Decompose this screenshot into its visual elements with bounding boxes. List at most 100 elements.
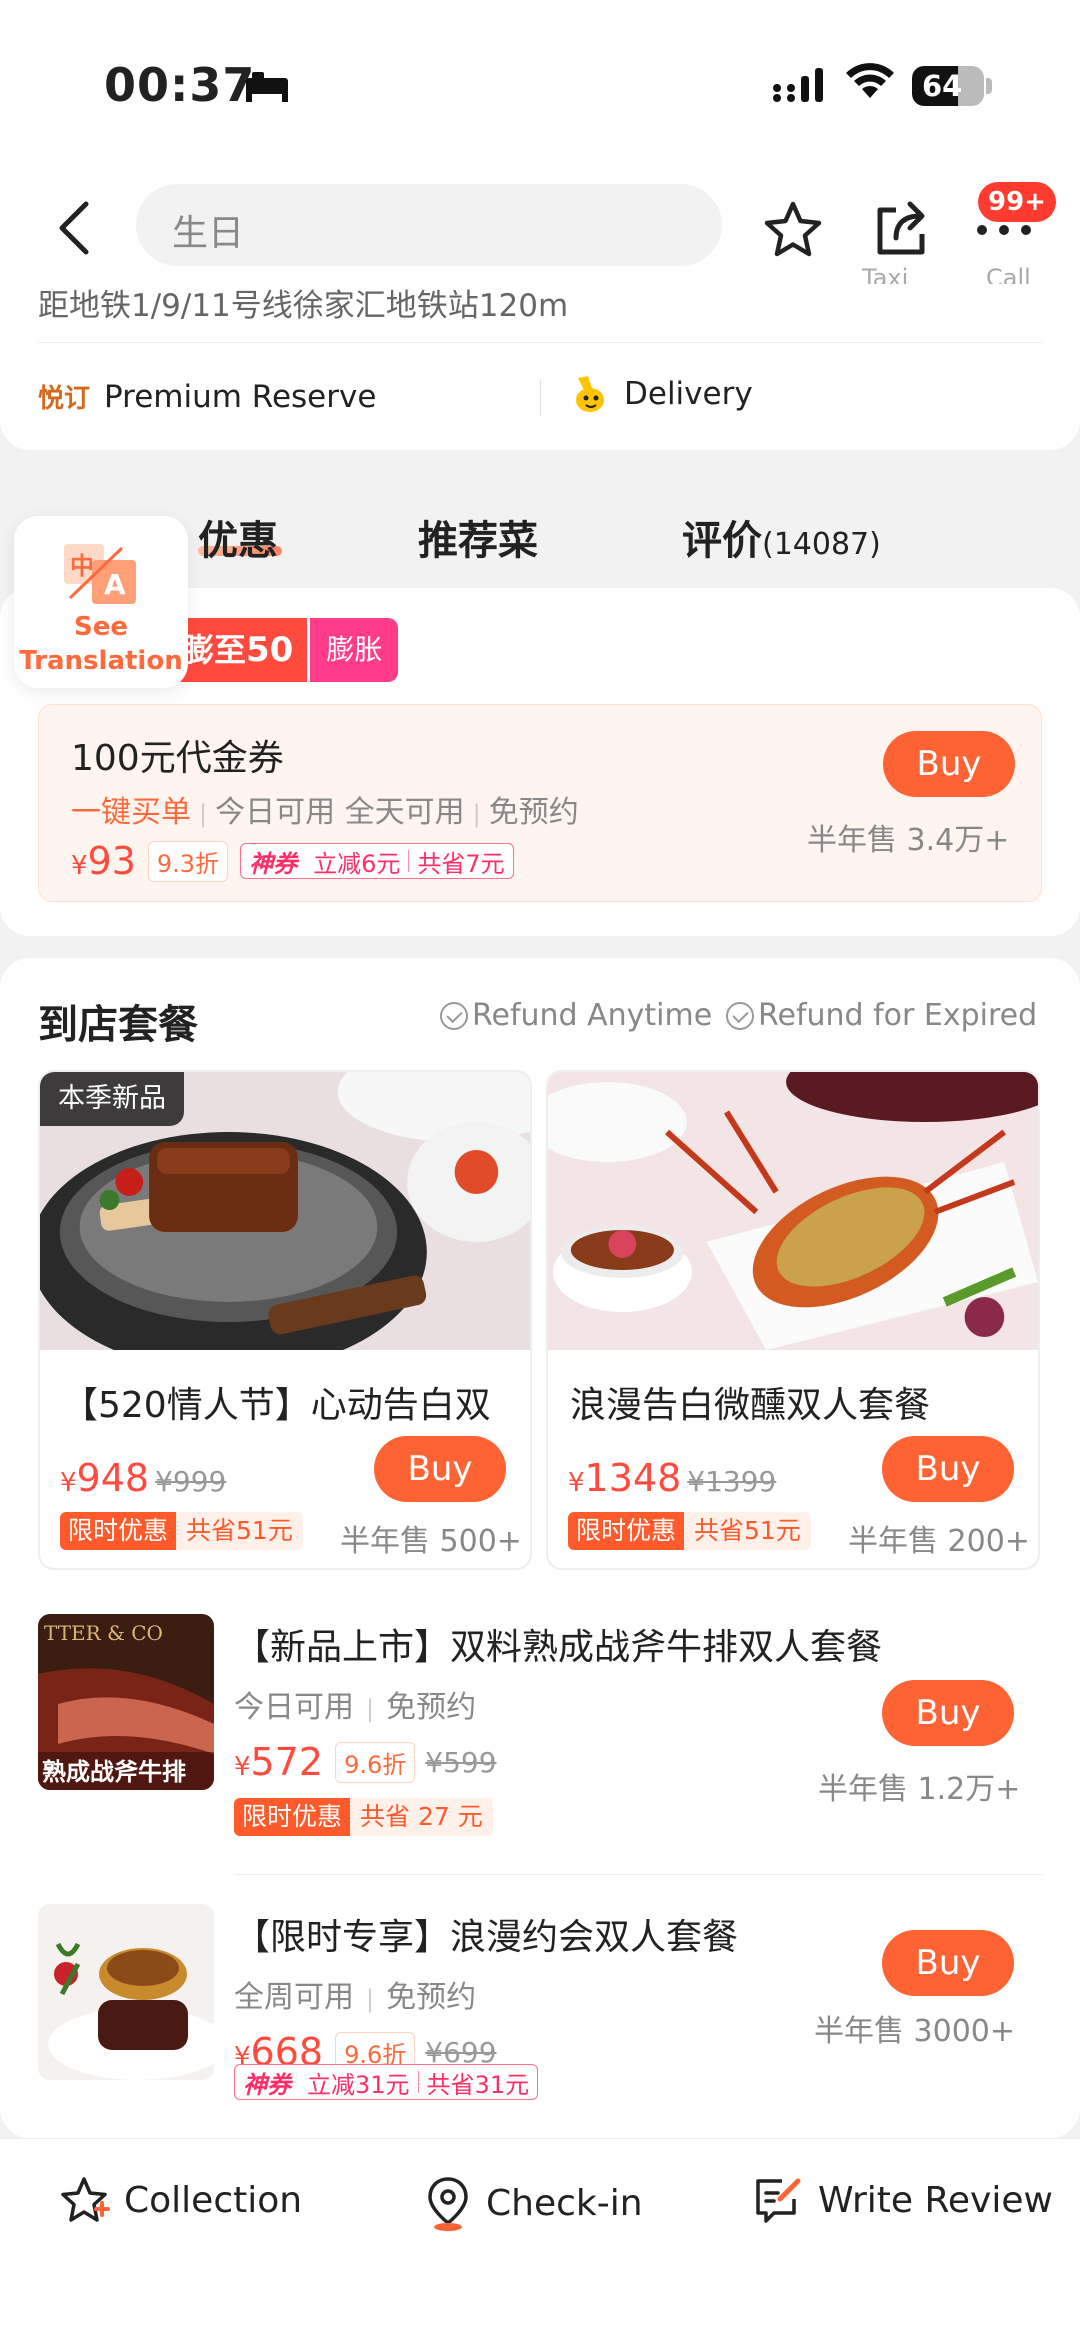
voucher-price-line: ¥93 9.3折 神券 立减6元 共省7元 xyxy=(71,839,514,883)
price-value: 1348 xyxy=(584,1456,682,1500)
package-name: 【新品上市】双料熟成战斧牛排双人套餐 xyxy=(234,1627,883,1668)
shenquan-save: 共省31元 xyxy=(426,2070,530,2099)
search-input[interactable]: 生日 xyxy=(136,184,722,266)
limited-offer-badge: 限时优惠 共省51元 xyxy=(568,1512,811,1550)
svg-text:中: 中 xyxy=(70,552,94,580)
package-price: ¥572 9.6折 ¥599 xyxy=(234,1740,497,1784)
review-count: (14087) xyxy=(762,527,881,562)
discount-badge: 9.3折 xyxy=(147,840,229,882)
price-value: 572 xyxy=(250,1740,324,1784)
voucher-buy-button[interactable]: Buy xyxy=(883,731,1015,797)
shenquan-brand: 神券 xyxy=(249,849,298,878)
notification-badge: 99+ xyxy=(978,182,1056,222)
location-pin-icon xyxy=(428,2177,468,2231)
package-name: 浪漫告白微醺双人套餐 xyxy=(570,1385,931,1426)
translate-label-1: See xyxy=(74,612,128,642)
list-item[interactable]: 【限时专享】浪漫约会双人套餐 全周可用 | 免预约 ¥668 9.6折 ¥699 神… xyxy=(38,1904,1042,2164)
see-translation-button[interactable]: 中 A See Translation xyxy=(14,516,188,688)
feature-text: 免预约 xyxy=(488,795,579,830)
price-value: 93 xyxy=(87,839,136,883)
divider xyxy=(234,1874,1042,1875)
delivery-kangaroo-icon xyxy=(576,376,604,412)
one-click-pay: 一键买单 xyxy=(71,795,191,830)
premium-reserve-label: Premium Reserve xyxy=(104,378,377,415)
tab-label: 推荐菜 xyxy=(418,518,538,564)
tab-label: 评价 xyxy=(682,518,762,564)
package-card[interactable]: 本季新品 【520情人节】心动告白双 ¥948 ¥999 限时优惠 共省51元 B… xyxy=(38,1070,532,1570)
foie-gras-steak-thumb xyxy=(38,1904,214,2080)
original-price: ¥999 xyxy=(155,1465,227,1498)
favorite-star-icon[interactable] xyxy=(762,200,824,260)
new-season-tag: 本季新品 xyxy=(40,1072,184,1126)
thumb-text: 熟成战斧牛排 xyxy=(42,1758,186,1786)
back-icon[interactable] xyxy=(54,198,94,258)
share-icon[interactable] xyxy=(872,198,930,258)
currency: ¥ xyxy=(568,1468,585,1498)
taxi-label[interactable]: Taxi xyxy=(862,264,908,284)
shenquan-badge: 神券 立减31元 共省31元 xyxy=(234,2064,539,2100)
refund-label: Refund for Expired xyxy=(758,998,1038,1033)
inflate-value: 50 xyxy=(246,630,294,670)
currency: ¥ xyxy=(234,1752,251,1782)
sleep-mode-icon xyxy=(246,72,288,102)
package-buy-button[interactable]: Buy xyxy=(374,1436,506,1502)
metro-distance[interactable]: 距地铁1/9/11号线徐家汇地铁站120m xyxy=(38,280,568,325)
package-card[interactable]: 浪漫告白微醺双人套餐 ¥1348 ¥1399 限时优惠 共省51元 Buy 半年售… xyxy=(546,1070,1040,1570)
delivery-button[interactable]: Delivery xyxy=(572,374,753,414)
translate-label-2: Translation xyxy=(19,646,183,676)
price-value: 948 xyxy=(76,1456,150,1500)
translate-icon: 中 A xyxy=(64,544,136,604)
sales-count: 半年售 200+ xyxy=(848,1524,1030,1559)
refund-label: Refund Anytime xyxy=(472,998,713,1033)
voucher-item[interactable]: 100元代金券 一键买单 | 今日可用 全天可用 | 免预约 ¥93 9.3折 神券 立… xyxy=(38,704,1042,902)
divider xyxy=(540,380,541,416)
shenquan-save: 共省7元 xyxy=(417,849,505,878)
package-price: ¥948 ¥999 xyxy=(60,1456,226,1500)
collection-label: Collection xyxy=(124,2179,303,2221)
collection-button[interactable]: Collection xyxy=(58,2175,302,2225)
package-price: ¥1348 ¥1399 xyxy=(568,1456,776,1500)
sales-count: 半年售 3.4万+ xyxy=(807,823,1010,858)
original-price: ¥599 xyxy=(425,1745,497,1779)
tab-recommended-dishes[interactable]: 推荐菜 xyxy=(418,508,538,566)
shenquan-off: 立减6元 xyxy=(313,849,401,878)
write-review-button[interactable]: Write Review xyxy=(752,2175,1053,2225)
divider xyxy=(38,342,1042,343)
sales-count: 半年售 1.2万+ xyxy=(818,1772,1021,1807)
tab-offers[interactable]: 优惠 xyxy=(198,508,278,566)
battery-percent: 64 xyxy=(922,69,963,103)
limited-offer-badge: 限时优惠 共省 27 元 xyxy=(234,1798,493,1836)
refund-expired: Refund for Expired xyxy=(726,998,1037,1033)
inflate-tag[interactable]: 膨至50 膨胀 xyxy=(170,618,399,682)
signal-icon xyxy=(773,68,823,102)
sales-count: 半年售 3000+ xyxy=(814,2014,1016,2049)
inflate-prefix: 膨至 xyxy=(182,631,247,669)
status-bar: 00:37 64 xyxy=(0,0,1080,170)
package-name: 【520情人节】心动告白双 xyxy=(62,1385,491,1426)
meta-text: 全周可用 xyxy=(234,1980,354,2015)
package-buy-button[interactable]: Buy xyxy=(882,1436,1014,1502)
voucher-price: ¥93 xyxy=(71,839,136,883)
meta-text: 免预约 xyxy=(386,1690,477,1725)
savings-label: 共省 27 元 xyxy=(350,1798,493,1836)
original-price: ¥1399 xyxy=(687,1465,777,1498)
savings-label: 共省51元 xyxy=(176,1512,303,1550)
inflate-label: 膨胀 xyxy=(310,618,399,682)
tomahawk-steak-thumb: TTER & CO 熟成战斧牛排 xyxy=(38,1614,214,1790)
package-section: 到店套餐 Refund Anytime Refund for Expired 本… xyxy=(0,958,1080,2138)
shenquan-brand: 神券 xyxy=(243,2070,291,2099)
premium-reserve-button[interactable]: 悦订 Premium Reserve xyxy=(38,378,376,415)
checkin-button[interactable]: Check-in xyxy=(424,2175,643,2231)
list-item[interactable]: TTER & CO 熟成战斧牛排 【新品上市】双料熟成战斧牛排双人套餐 今日可用… xyxy=(38,1614,1042,1874)
package-buy-button[interactable]: Buy xyxy=(882,1680,1014,1746)
package-buy-button[interactable]: Buy xyxy=(882,1930,1014,1996)
currency: ¥ xyxy=(60,1468,77,1498)
write-review-icon xyxy=(756,2178,801,2223)
thumb-bg-text: TTER & CO xyxy=(44,1621,163,1645)
tab-reviews[interactable]: 评价(14087) xyxy=(682,508,881,566)
call-label[interactable]: Call xyxy=(986,264,1031,284)
section-title: 到店套餐 xyxy=(38,1002,198,1048)
refund-anytime: Refund Anytime xyxy=(440,998,712,1033)
clock: 00:37 xyxy=(104,58,256,112)
limited-label: 限时优惠 xyxy=(60,1512,177,1550)
